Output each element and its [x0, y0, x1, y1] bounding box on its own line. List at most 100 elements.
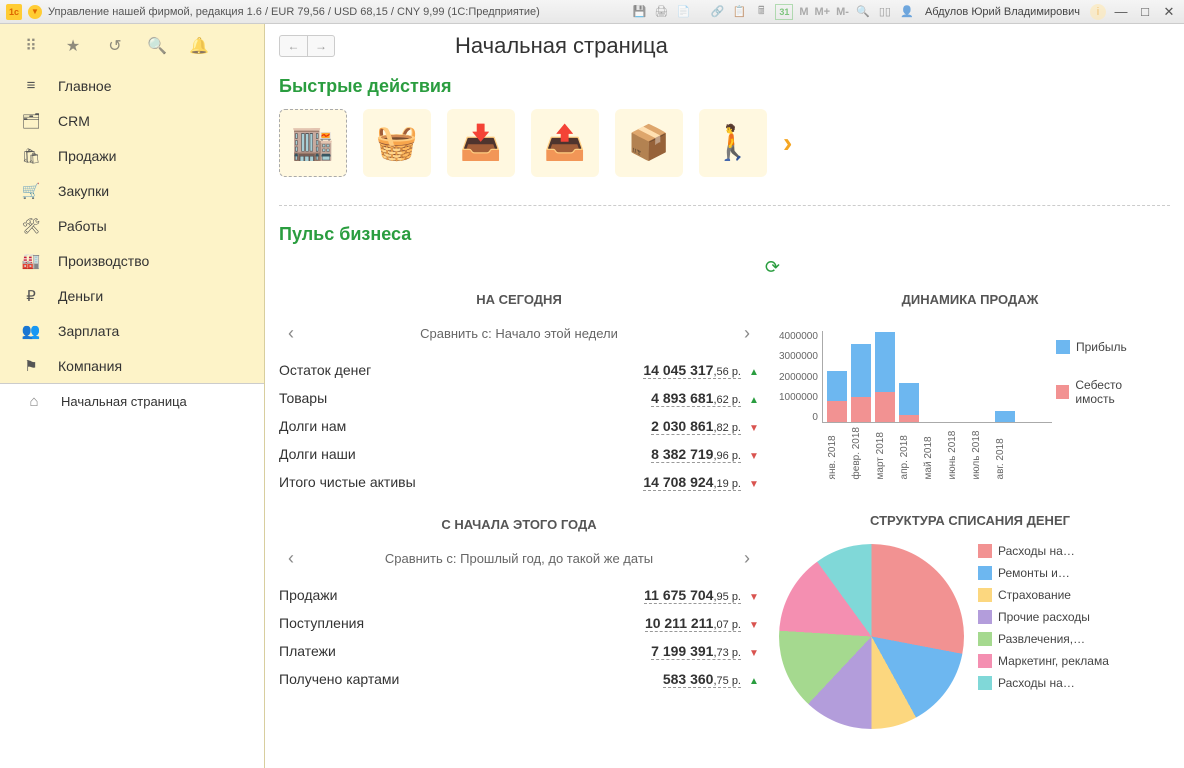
sidebar-item-6[interactable]: ₽ Деньги [0, 278, 264, 313]
sidebar-item-0[interactable]: ≡Главное [0, 68, 264, 103]
nav-icon: ≡ [22, 77, 40, 95]
history-icon[interactable]: ↺ [106, 37, 124, 55]
window-title: Управление нашей фирмой, редакция 1.6 / … [48, 6, 540, 18]
bar-x-label: янв. 2018 [827, 427, 847, 479]
bar [995, 411, 1015, 423]
forward-button[interactable]: → [307, 35, 335, 57]
data-row: Долги наши 8 382 719,96 р. ▼ [279, 446, 759, 463]
sidebar-item-2[interactable]: 🛍Продажи [0, 138, 264, 173]
trend-icon: ▲ [749, 395, 759, 406]
trend-icon: ▼ [749, 423, 759, 434]
qa-stack-in[interactable]: 📥 [447, 109, 515, 177]
row-value[interactable]: 2 030 861,82 р. [651, 418, 741, 435]
data-row: Платежи 7 199 391,73 р. ▼ [279, 643, 759, 660]
doc-icon[interactable]: 📄 [675, 4, 691, 20]
memory-m[interactable]: M [799, 6, 808, 18]
app-menu-dropdown-icon[interactable]: ▼ [28, 5, 42, 19]
memory-mminus[interactable]: M- [836, 6, 849, 18]
minimize-button[interactable]: — [1112, 4, 1130, 19]
legend-label: Страхование [998, 588, 1071, 602]
row-label: Товары [279, 390, 327, 406]
maximize-button[interactable]: □ [1136, 4, 1154, 19]
calendar-icon[interactable]: 31 [775, 4, 793, 20]
legend-label: Расходы на… [998, 676, 1075, 690]
row-value[interactable]: 7 199 391,73 р. [651, 643, 741, 660]
trend-icon: ▲ [749, 676, 759, 687]
row-value[interactable]: 8 382 719,96 р. [651, 446, 741, 463]
save-icon[interactable]: 💾 [631, 4, 647, 20]
today-next-arrow[interactable]: › [735, 323, 759, 344]
sidebar-home-item[interactable]: ⌂ Начальная страница [0, 384, 264, 419]
user-name[interactable]: Абдулов Юрий Владимирович [921, 6, 1084, 18]
panels-icon[interactable]: ▯▯ [877, 4, 893, 20]
legend-label: Расходы на… [998, 544, 1075, 558]
notifications-icon[interactable]: 🔔 [190, 37, 208, 55]
quick-actions-row: 🏬 🧺 📥 📤 📦 🚶 › [279, 109, 1170, 177]
sidebar-item-7[interactable]: 👥Зарплата [0, 313, 264, 348]
favorites-icon[interactable]: ★ [64, 37, 82, 55]
clipboard-icon[interactable]: 📋 [731, 4, 747, 20]
legend-swatch [1056, 385, 1069, 399]
row-value[interactable]: 11 675 704,95 р. [644, 587, 741, 604]
qa-stack-out[interactable]: 📤 [531, 109, 599, 177]
nav-icon: 🛍 [22, 147, 40, 165]
today-compare-text[interactable]: Сравнить с: Начало этой недели [303, 326, 735, 341]
ytd-next-arrow[interactable]: › [735, 548, 759, 569]
ytd-compare-text[interactable]: Сравнить с: Прошлый год, до такой же дат… [303, 551, 735, 566]
legend-swatch [978, 588, 992, 602]
nav-label: Работы [58, 218, 107, 234]
calc-icon[interactable]: 🖩 [753, 4, 769, 20]
pie-legend-item: Страхование [978, 588, 1109, 602]
sidebar-item-3[interactable]: 🛒Закупки [0, 173, 264, 208]
pie-legend-item: Расходы на… [978, 544, 1109, 558]
sidebar-item-1[interactable]: 🗂CRM [0, 103, 264, 138]
row-value[interactable]: 14 045 317,56 р. [643, 362, 741, 379]
sidebar-item-5[interactable]: 🏭Производство [0, 243, 264, 278]
row-value[interactable]: 10 211 211,07 р. [645, 615, 741, 632]
sidebar-item-4[interactable]: 🛠Работы [0, 208, 264, 243]
qa-package[interactable]: 📦 [615, 109, 683, 177]
memory-mplus[interactable]: M+ [815, 6, 831, 18]
qa-cash-register[interactable]: 🏬 [279, 109, 347, 177]
ytd-prev-arrow[interactable]: ‹ [279, 548, 303, 569]
package-icon: 📦 [628, 123, 670, 163]
pie-legend-item: Маркетинг, реклама [978, 654, 1109, 668]
close-button[interactable]: ✕ [1160, 4, 1178, 20]
qa-more-arrow[interactable]: › [783, 127, 792, 159]
stack-out-icon: 📤 [544, 123, 586, 163]
content-area: ← → Начальная страница Быстрые действия … [265, 24, 1184, 768]
legend-label: Прибыль [1076, 340, 1127, 354]
today-prev-arrow[interactable]: ‹ [279, 323, 303, 344]
row-value[interactable]: 14 708 924,19 р. [643, 474, 741, 491]
nav-icon: ₽ [22, 287, 40, 305]
bar-x-label: июль 2018 [971, 427, 991, 479]
pie-chart [779, 544, 964, 729]
pie-legend-item: Развлечения,… [978, 632, 1109, 646]
sidebar-item-8[interactable]: ⚑Компания [0, 348, 264, 383]
ytd-heading: С НАЧАЛА ЭТОГО ГОДА [279, 517, 759, 532]
bar-x-label: авг. 2018 [995, 427, 1015, 479]
zoom-icon[interactable]: 🔍 [855, 4, 871, 20]
person-walk-icon: 🚶 [712, 123, 754, 163]
search-icon[interactable]: 🔍 [148, 37, 166, 55]
qa-person[interactable]: 🚶 [699, 109, 767, 177]
row-value[interactable]: 4 893 681,62 р. [651, 390, 741, 407]
print-icon[interactable]: 🖨 [653, 4, 669, 20]
refresh-icon[interactable]: ⟳ [765, 257, 780, 278]
row-value[interactable]: 583 360,75 р. [663, 671, 741, 688]
legend-label: Прочие расходы [998, 610, 1090, 624]
legend-swatch [1056, 340, 1070, 354]
nav-icon: 🏭 [22, 252, 40, 270]
nav-label: Деньги [58, 288, 103, 304]
data-row: Остаток денег 14 045 317,56 р. ▲ [279, 362, 759, 379]
link-icon[interactable]: 🔗 [709, 4, 725, 20]
qa-basket-add[interactable]: 🧺 [363, 109, 431, 177]
legend-swatch [978, 632, 992, 646]
info-icon[interactable]: i [1090, 4, 1106, 20]
legend-swatch [978, 610, 992, 624]
stack-in-icon: 📥 [460, 123, 502, 163]
back-button[interactable]: ← [279, 35, 307, 57]
pie-legend-item: Прочие расходы [978, 610, 1109, 624]
apps-icon[interactable]: ⠿ [22, 37, 40, 55]
titlebar: 1c ▼ Управление нашей фирмой, редакция 1… [0, 0, 1184, 24]
